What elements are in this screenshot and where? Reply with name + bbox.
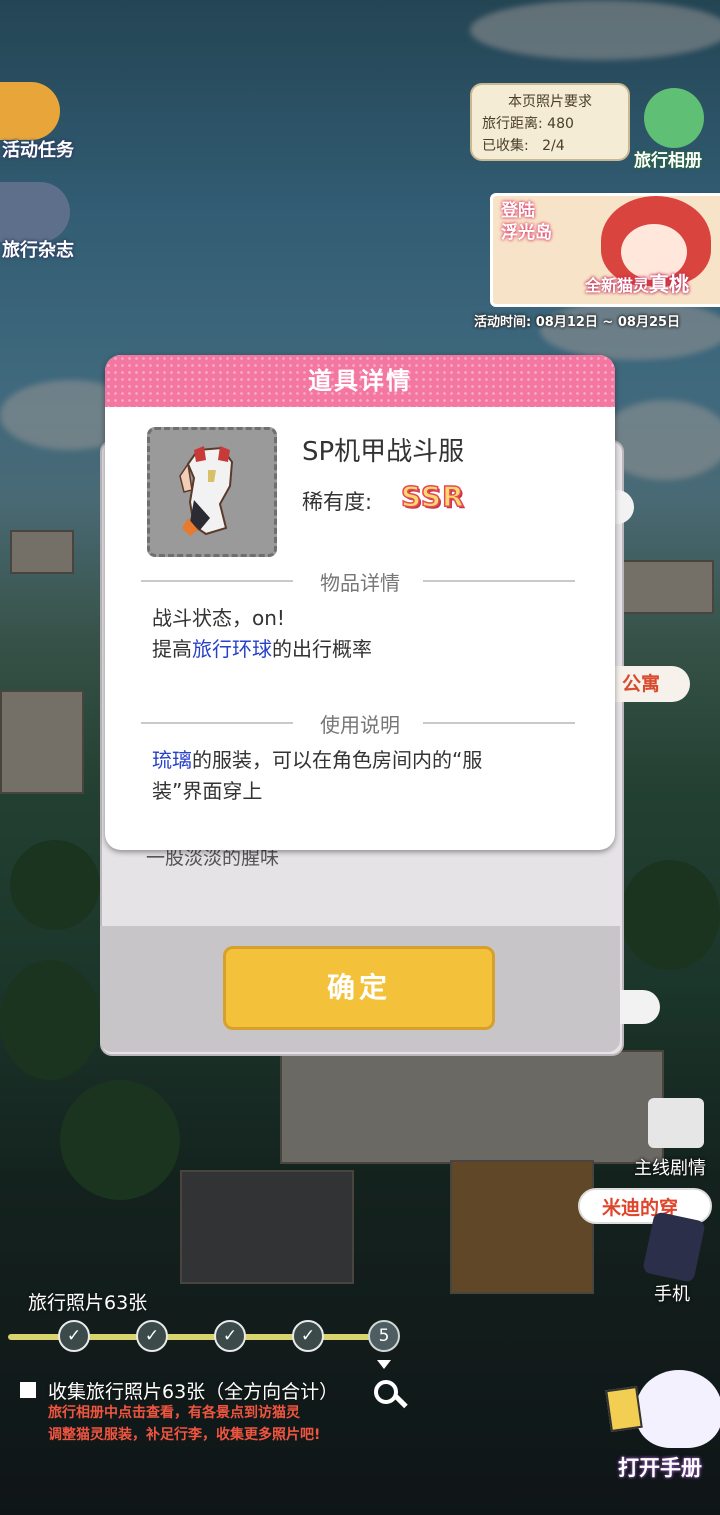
event-time: 活动时间: 08月12日 ~ 08月25日 <box>474 315 681 330</box>
rarity-badge: SSR <box>400 479 465 514</box>
collected-label: 已收集: <box>482 138 529 154</box>
clapperboard-icon <box>648 1098 704 1148</box>
banner-caption-name: 真桃 <box>649 272 690 296</box>
travel-globe-link: 旅行环球 <box>192 637 272 661</box>
item-icon-frame <box>147 427 277 557</box>
album-label: 旅行相册 <box>634 151 702 171</box>
banner-line2: 浮光岛 <box>501 223 552 243</box>
phone-label: 手机 <box>654 1284 690 1305</box>
cat-mascot-icon <box>636 1370 720 1448</box>
main-story-label: 主线剧情 <box>634 1158 706 1179</box>
progress-label: 旅行照片63张 <box>28 1292 148 1314</box>
banner-caption-prefix: 全新猫灵 <box>585 276 650 295</box>
current-marker-icon <box>377 1360 391 1369</box>
rarity-label: 稀有度: <box>302 490 373 514</box>
item-name: SP机甲战斗服 <box>302 437 465 467</box>
banner-line1: 登陆 <box>501 201 535 221</box>
hands-icon <box>0 82 60 140</box>
goal-hint-2: 调整猫灵服装，补足行李，收集更多照片吧! <box>48 1427 321 1443</box>
confirm-button[interactable]: 确定 <box>223 946 495 1030</box>
progress-node-check: ✓ <box>58 1320 90 1352</box>
location-apartment: 公寓 <box>614 666 690 702</box>
confirm-label: 确定 <box>326 971 391 1004</box>
progress-node-check: ✓ <box>136 1320 168 1352</box>
camera-icon <box>644 88 704 148</box>
character-name: 琉璃 <box>152 748 192 772</box>
travel-album-button[interactable]: 旅行相册 <box>630 82 720 172</box>
travel-magazine-label: 旅行杂志 <box>2 240 74 261</box>
usage-line2: 装”界面穿上 <box>152 779 263 803</box>
details-header: 物品详情 <box>320 571 400 595</box>
distance-value: 480 <box>547 116 574 132</box>
usage-description: 琉璃的服装，可以在角色房间内的“服 装”界面穿上 <box>152 745 482 807</box>
collected-value: 2/4 <box>542 138 565 154</box>
card-icon <box>605 1385 643 1433</box>
goal-title: 收集旅行照片63张（全方向合计） <box>48 1381 339 1403</box>
item-description: 战斗状态，on! 提高旅行环球的出行概率 <box>152 603 372 665</box>
mecha-suit-icon <box>179 446 234 536</box>
description-line1: 战斗状态，on! <box>152 606 285 630</box>
airplane-icon <box>0 182 70 242</box>
distance-label: 旅行距离: <box>482 116 543 132</box>
dialog-title: 道具详情 <box>308 367 412 395</box>
usage-header: 使用说明 <box>320 713 400 737</box>
goal-hint-1: 旅行相册中点击查看，有各景点到访猫灵 <box>48 1405 300 1421</box>
progress-node-check: ✓ <box>214 1320 246 1352</box>
item-details-dialog: 道具详情 SP机甲战斗服 稀有度: SSR 物品详情 战斗状态，on! 提高旅行… <box>105 355 615 850</box>
page-photo-requirement: 本页照片要求 旅行距离: 480 已收集: 2/4 <box>470 83 630 161</box>
activity-tasks-label: 活动任务 <box>2 140 74 161</box>
progress-node-check: ✓ <box>292 1320 324 1352</box>
requirement-title: 本页照片要求 <box>508 94 592 110</box>
event-banner[interactable]: 登陆 浮光岛 全新猫灵真桃 <box>490 193 720 307</box>
goal-checkbox[interactable] <box>20 1382 36 1398</box>
progress-node-current: 5 <box>368 1320 400 1352</box>
open-handbook-label: 打开手册 <box>618 1456 702 1480</box>
